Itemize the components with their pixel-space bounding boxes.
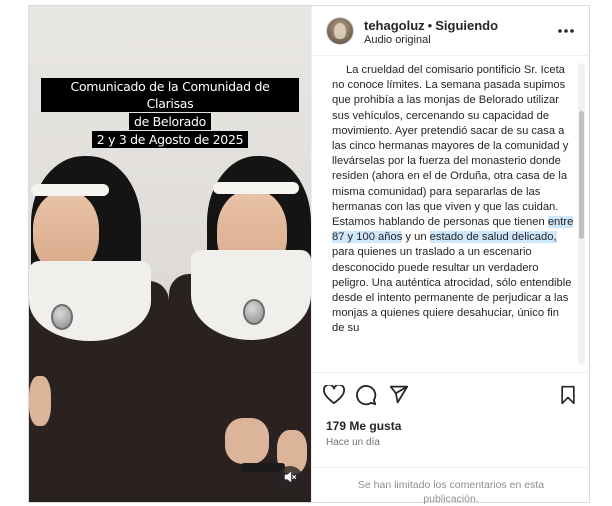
save-button[interactable] bbox=[556, 385, 580, 409]
caption-highlight-health: estado de salud delicado, bbox=[429, 231, 557, 244]
comments-limited-text: Se han limitado los comentarios en esta … bbox=[357, 479, 545, 505]
caption-part-2: y un bbox=[402, 231, 430, 244]
post-actions: 179 Me gusta Hace un día Se han limitado… bbox=[312, 372, 590, 505]
caption-scrollbar[interactable] bbox=[578, 63, 585, 365]
caption-scroll-area[interactable]: La crueldad del comisario pontificio Sr.… bbox=[312, 57, 590, 371]
audio-label[interactable]: Audio original bbox=[364, 34, 431, 46]
comment-icon bbox=[355, 384, 377, 411]
instagram-post: Comunicado de la Comunidad de Clarisas d… bbox=[28, 5, 590, 505]
bookmark-icon bbox=[559, 385, 577, 410]
more-horizontal-icon bbox=[557, 21, 575, 39]
post-header: tehagoluz • Siguiendo Audio original bbox=[312, 6, 590, 56]
likes-count[interactable]: 179 Me gusta bbox=[326, 419, 401, 433]
post-timestamp[interactable]: Hace un día bbox=[326, 437, 380, 448]
separator-dot: • bbox=[427, 18, 433, 33]
overlay-line-1: Comunicado de la Comunidad de Clarisas bbox=[41, 78, 299, 112]
scrollbar-thumb[interactable] bbox=[579, 111, 584, 239]
caption-part-3: para quienes un traslado a un escenario … bbox=[332, 246, 572, 335]
share-button[interactable] bbox=[386, 385, 410, 409]
post-caption: La crueldad del comisario pontificio Sr.… bbox=[332, 63, 574, 337]
username-link[interactable]: tehagoluz bbox=[364, 18, 425, 33]
following-button[interactable]: Siguiendo bbox=[435, 18, 498, 33]
overlay-line-3: 2 y 3 de Agosto de 2025 bbox=[91, 131, 249, 148]
user-line: tehagoluz • Siguiendo bbox=[364, 18, 498, 33]
more-options-button[interactable] bbox=[556, 20, 576, 40]
mute-button[interactable] bbox=[277, 466, 303, 492]
post-side-panel: tehagoluz • Siguiendo Audio original La cr… bbox=[311, 6, 590, 505]
speaker-muted-icon bbox=[283, 470, 297, 489]
send-icon bbox=[388, 384, 409, 410]
overlay-line-2: de Belorado bbox=[128, 113, 212, 130]
heart-icon bbox=[323, 383, 345, 410]
video-title-overlay: Comunicado de la Comunidad de Clarisas d… bbox=[41, 78, 299, 149]
like-button[interactable] bbox=[322, 383, 346, 410]
video-player[interactable]: Comunicado de la Comunidad de Clarisas d… bbox=[29, 6, 311, 502]
comment-button[interactable] bbox=[354, 384, 378, 411]
avatar[interactable] bbox=[326, 17, 354, 45]
comments-limited-notice: Se han limitado los comentarios en esta … bbox=[312, 467, 590, 506]
caption-part-1: La crueldad del comisario pontificio Sr.… bbox=[332, 64, 569, 229]
